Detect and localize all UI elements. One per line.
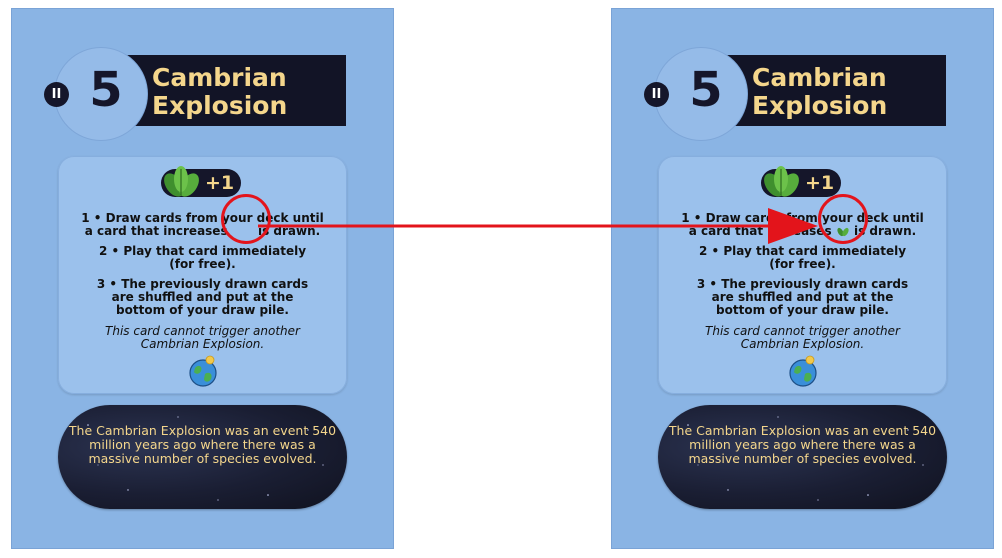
red-arrow-icon xyxy=(258,208,818,244)
